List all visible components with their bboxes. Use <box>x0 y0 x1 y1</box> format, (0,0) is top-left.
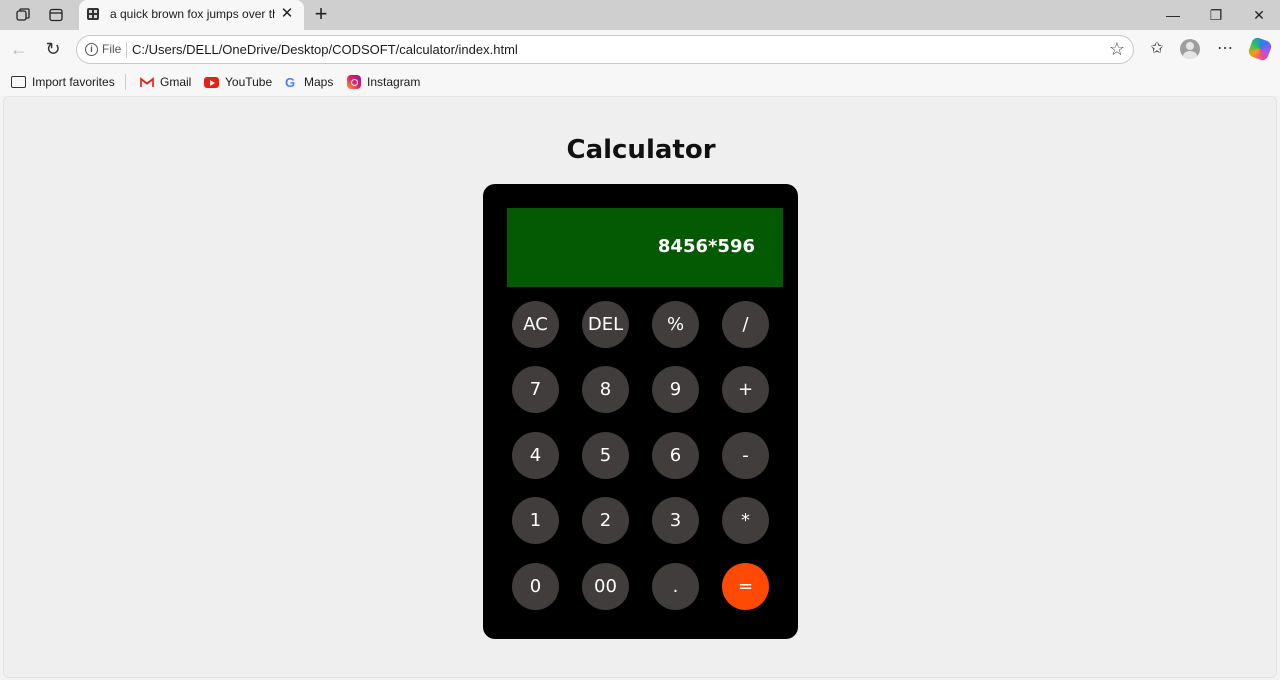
key-minus[interactable]: - <box>722 432 769 479</box>
refresh-icon[interactable]: ↻ <box>42 38 64 60</box>
key-1[interactable]: 1 <box>512 497 559 544</box>
scheme-chip[interactable]: File <box>102 42 121 56</box>
active-tab[interactable]: a quick brown fox jumps over the ✕ <box>79 0 304 30</box>
favorite-label: Gmail <box>160 75 192 89</box>
vertical-tabs-icon[interactable] <box>45 4 67 26</box>
favorites-bar: Import favorites Gmail YouTube G Maps In… <box>0 68 1280 96</box>
key-multiply[interactable]: * <box>722 497 769 544</box>
key-percent[interactable]: % <box>652 301 699 348</box>
key-2[interactable]: 2 <box>582 497 629 544</box>
key-7[interactable]: 7 <box>512 366 559 413</box>
key-equals[interactable]: = <box>722 563 769 610</box>
favorite-import[interactable]: Import favorites <box>11 74 115 90</box>
favorite-label: YouTube <box>225 75 273 89</box>
calculator-favicon-icon <box>87 8 99 20</box>
key-5[interactable]: 5 <box>582 432 629 479</box>
favorite-maps[interactable]: G Maps <box>285 74 333 90</box>
back-arrow-icon[interactable]: ← <box>8 38 30 60</box>
address-bar[interactable]: i File C:/Users/DELL/OneDrive/Desktop/CO… <box>76 35 1134 64</box>
favorite-label: Maps <box>304 75 334 89</box>
instagram-icon <box>347 75 361 89</box>
close-window-button[interactable]: ✕ <box>1237 0 1280 30</box>
google-icon: G <box>285 74 296 90</box>
favorites-divider <box>125 74 126 90</box>
tab-close-icon[interactable]: ✕ <box>278 5 296 23</box>
tab-strip: a quick brown fox jumps over the ✕ + — ❐… <box>0 0 1280 30</box>
youtube-icon <box>204 76 219 88</box>
display-value: 8456*596 <box>657 236 755 257</box>
minimize-button[interactable]: — <box>1151 0 1195 30</box>
key-ac[interactable]: AC <box>512 301 559 348</box>
favorite-gmail[interactable]: Gmail <box>140 74 191 90</box>
favorite-youtube[interactable]: YouTube <box>204 74 272 90</box>
page-viewport: Calculator 8456*596 AC DEL % / 7 8 9 + 4… <box>3 96 1277 678</box>
key-6[interactable]: 6 <box>652 432 699 479</box>
calculator: 8456*596 AC DEL % / 7 8 9 + 4 5 6 - 1 2 … <box>483 184 798 639</box>
key-00[interactable]: 00 <box>582 563 629 610</box>
toolbar: ← ↻ i File C:/Users/DELL/OneDrive/Deskto… <box>0 30 1280 68</box>
favorite-label: Import favorites <box>32 75 115 89</box>
favorites-icon[interactable]: ✩ <box>1146 38 1168 60</box>
url-text[interactable]: C:/Users/DELL/OneDrive/Desktop/CODSOFT/c… <box>132 42 518 57</box>
favorite-star-icon[interactable]: ☆ <box>1109 39 1125 60</box>
copilot-icon[interactable] <box>1247 36 1273 62</box>
gmail-icon <box>140 76 154 88</box>
key-plus[interactable]: + <box>722 366 769 413</box>
info-icon[interactable]: i <box>85 43 98 56</box>
tab-title: a quick brown fox jumps over the <box>110 7 275 21</box>
key-4[interactable]: 4 <box>512 432 559 479</box>
favorite-instagram[interactable]: Instagram <box>347 74 420 90</box>
page-title: Calculator <box>566 135 716 165</box>
more-menu-icon[interactable]: ⋯ <box>1214 38 1236 60</box>
key-0[interactable]: 0 <box>512 563 559 610</box>
key-decimal[interactable]: . <box>652 563 699 610</box>
favorite-label: Instagram <box>367 75 421 89</box>
calculator-display: 8456*596 <box>507 208 783 287</box>
workspaces-icon[interactable] <box>12 4 34 26</box>
key-divide[interactable]: / <box>722 301 769 348</box>
profile-avatar[interactable] <box>1180 39 1200 59</box>
key-del[interactable]: DEL <box>582 301 629 348</box>
key-9[interactable]: 9 <box>652 366 699 413</box>
chip-divider <box>126 42 127 58</box>
key-8[interactable]: 8 <box>582 366 629 413</box>
new-tab-button[interactable]: + <box>309 3 333 27</box>
restore-button[interactable]: ❐ <box>1194 0 1238 30</box>
key-3[interactable]: 3 <box>652 497 699 544</box>
import-icon <box>11 76 26 88</box>
